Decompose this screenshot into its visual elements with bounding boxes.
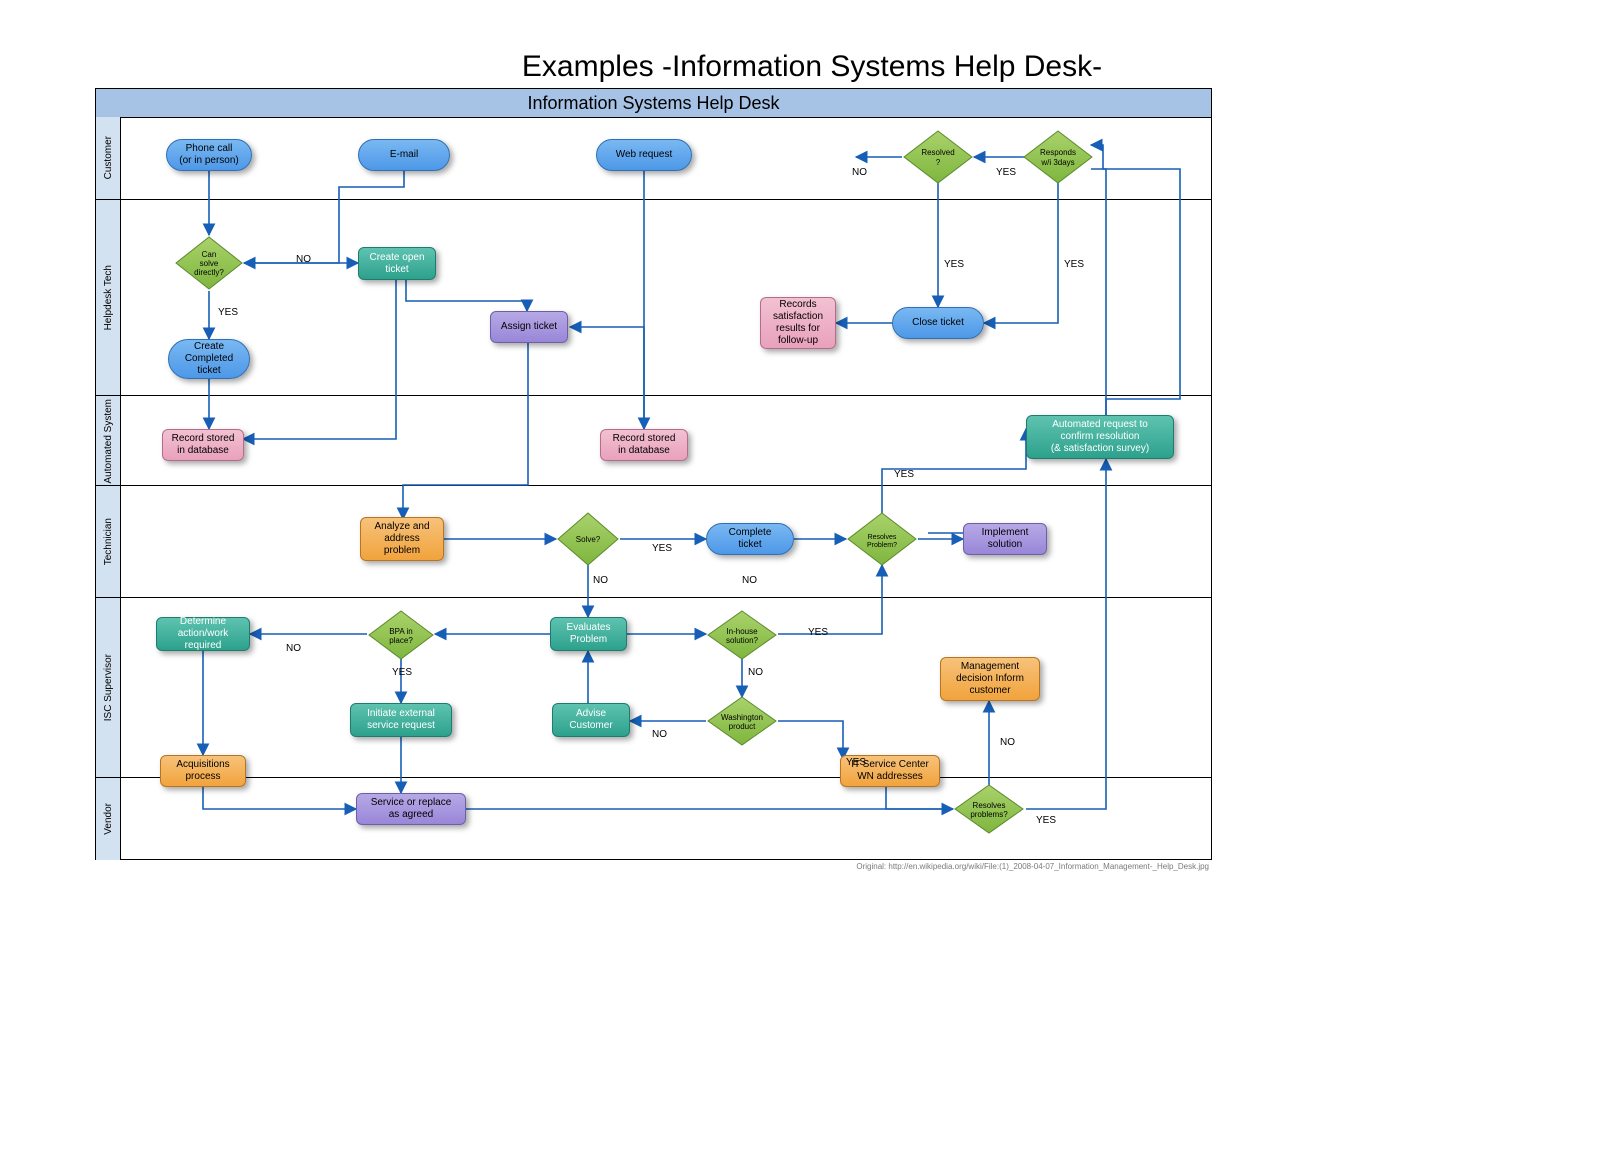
edge-label-no: NO	[286, 643, 301, 654]
svg-text:problems?: problems?	[970, 810, 1008, 819]
lane-separator	[96, 395, 1211, 396]
edge-label-yes: YES	[392, 667, 412, 678]
node-record-stored-2: Record storedin database	[600, 429, 688, 461]
svg-text:solution?: solution?	[726, 636, 759, 645]
svg-text:product: product	[729, 722, 756, 731]
node-solve-decision: Solve?	[556, 511, 620, 567]
svg-text:directly?: directly?	[194, 268, 224, 277]
edge-label-yes: YES	[894, 469, 914, 480]
svg-text:solve: solve	[200, 259, 219, 268]
frame-title: Information Systems Help Desk	[96, 89, 1211, 118]
node-bpa-decision: BPA inplace?	[367, 609, 435, 661]
edge-label-yes: YES	[808, 627, 828, 638]
diagram-page: Examples -Information Systems Help Desk-…	[0, 0, 1624, 1160]
node-advise: AdviseCustomer	[552, 703, 630, 737]
node-initiate: Initiate externalservice request	[350, 703, 452, 737]
node-can-solve-decision: Cansolvedirectly?	[174, 235, 244, 291]
connectors	[96, 89, 1211, 859]
lane-head-vendor: Vendor	[96, 777, 121, 860]
edge-label-no: NO	[852, 167, 867, 178]
node-determine: Determineaction/workrequired	[156, 617, 250, 651]
svg-text:Resolved: Resolved	[921, 148, 954, 157]
edge-label-yes: YES	[652, 543, 672, 554]
node-create-completed: CreateCompletedticket	[168, 339, 250, 379]
lane-separator	[96, 777, 1211, 778]
edge-label-no: NO	[748, 667, 763, 678]
node-record-stored-1: Record storedin database	[162, 429, 244, 461]
svg-text:Washington: Washington	[721, 713, 763, 722]
node-resolves-problems-decision: Resolvesproblems?	[953, 783, 1025, 835]
svg-text:Responds: Responds	[1040, 148, 1076, 157]
node-create-open: Create openticket	[358, 247, 436, 280]
node-mgmt-decision: Managementdecision Informcustomer	[940, 657, 1040, 701]
edge-label-no: NO	[296, 254, 311, 265]
svg-text:Solve?: Solve?	[576, 535, 601, 544]
node-analyze: Analyze andaddressproblem	[360, 517, 444, 561]
svg-text:place?: place?	[389, 636, 413, 645]
lane-head-helpdesk: Helpdesk Tech	[96, 199, 121, 396]
attribution-text: Original: http://en.wikipedia.org/wiki/F…	[856, 862, 1209, 871]
edge-label-yes: YES	[944, 259, 964, 270]
lane-head-customer: Customer	[96, 117, 121, 199]
node-washington-decision: Washingtonproduct	[706, 695, 778, 747]
lane-separator	[96, 597, 1211, 598]
node-close-ticket: Close ticket	[892, 307, 984, 339]
svg-text:Resolves: Resolves	[868, 534, 897, 541]
node-web-request: Web request	[596, 139, 692, 171]
swimlane-frame: Information Systems Help Desk Customer H…	[95, 88, 1212, 860]
edge-label-yes: YES	[846, 757, 866, 768]
node-responds-decision: Respondsw/i 3days	[1022, 129, 1094, 185]
svg-text:Resolves: Resolves	[973, 801, 1006, 810]
node-assign-ticket: Assign ticket	[490, 311, 568, 343]
lane-head-automated: Automated System	[96, 395, 121, 486]
edge-label-yes: YES	[218, 307, 238, 318]
lane-separator	[96, 485, 1211, 486]
lane-head-technician: Technician	[96, 485, 121, 598]
edge-label-yes: YES	[1036, 815, 1056, 826]
svg-text:In-house: In-house	[726, 627, 758, 636]
edge-label-yes: YES	[1064, 259, 1084, 270]
edge-label-no: NO	[1000, 737, 1015, 748]
node-implement: Implementsolution	[963, 523, 1047, 555]
lane-head-isc: ISC Supervisor	[96, 597, 121, 778]
node-inhouse-decision: In-housesolution?	[706, 609, 778, 661]
edge-label-yes: YES	[996, 167, 1016, 178]
node-service-replace: Service or replaceas agreed	[356, 793, 466, 825]
lane-separator	[96, 199, 1211, 200]
svg-text:?: ?	[936, 158, 941, 167]
node-records-satisfaction: Recordssatisfactionresults forfollow-up	[760, 297, 836, 349]
node-acquisitions: Acquisitionsprocess	[160, 755, 246, 787]
edge-label-no: NO	[593, 575, 608, 586]
svg-text:Can: Can	[202, 250, 217, 259]
node-evaluates: EvaluatesProblem	[550, 617, 627, 651]
page-title: Examples -Information Systems Help Desk-	[0, 50, 1624, 84]
node-complete-ticket: Completeticket	[706, 523, 794, 555]
node-email: E-mail	[358, 139, 450, 171]
edge-label-no: NO	[652, 729, 667, 740]
svg-text:BPA in: BPA in	[389, 627, 412, 636]
svg-text:Problem?: Problem?	[867, 542, 897, 549]
node-resolved-decision: Resolved?	[902, 129, 974, 185]
node-phone-call: Phone call(or in person)	[166, 139, 252, 171]
node-automated-request: Automated request toconfirm resolution(&…	[1026, 415, 1174, 459]
edge-label-no: NO	[742, 575, 757, 586]
node-resolves-problem-decision: ResolvesProblem?	[846, 511, 918, 567]
svg-text:w/i 3days: w/i 3days	[1040, 158, 1074, 167]
